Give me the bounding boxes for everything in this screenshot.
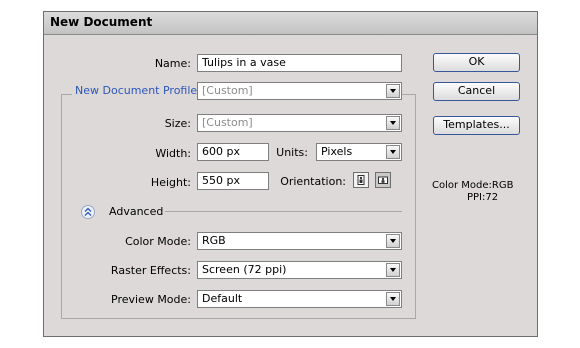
- color-mode-info: Color Mode:RGB: [432, 180, 514, 191]
- profile-select-value: [Custom]: [202, 84, 253, 97]
- name-label: Name:: [154, 57, 191, 70]
- collapse-chevron-icon[interactable]: [81, 205, 95, 219]
- templates-button[interactable]: Templates...: [433, 116, 520, 135]
- size-label: Size:: [164, 117, 191, 130]
- color-mode-select-value: RGB: [202, 234, 226, 247]
- chevron-down-icon[interactable]: [386, 234, 400, 248]
- dialog-title: New Document: [50, 15, 153, 29]
- chevron-down-icon[interactable]: [386, 116, 400, 130]
- cancel-button[interactable]: Cancel: [433, 82, 520, 101]
- width-label: Width:: [155, 147, 191, 160]
- portrait-orientation-button[interactable]: [353, 172, 369, 188]
- chevron-down-icon[interactable]: [386, 292, 400, 306]
- ppi-info: PPI:72: [467, 192, 499, 203]
- double-chevron-up-icon: [84, 207, 92, 216]
- raster-effects-label: Raster Effects:: [110, 264, 191, 277]
- profile-label: New Document Profile:: [72, 84, 204, 97]
- orientation-label: Orientation:: [280, 175, 346, 188]
- units-select[interactable]: Pixels: [316, 143, 402, 161]
- profile-select[interactable]: [Custom]: [197, 82, 402, 100]
- height-label: Height:: [150, 176, 191, 189]
- title-bar[interactable]: New Document: [44, 12, 537, 35]
- chevron-down-icon[interactable]: [386, 145, 400, 159]
- size-select[interactable]: [Custom]: [197, 114, 402, 132]
- size-select-value: [Custom]: [202, 116, 253, 129]
- height-input[interactable]: 550 px: [197, 172, 269, 190]
- raster-effects-select-value: Screen (72 ppi): [202, 263, 287, 276]
- advanced-divider: [165, 211, 402, 212]
- width-input[interactable]: 600 px: [197, 143, 269, 161]
- preview-mode-select-value: Default: [202, 292, 243, 305]
- ok-button[interactable]: OK: [433, 53, 520, 72]
- advanced-label[interactable]: Advanced: [109, 205, 163, 218]
- landscape-icon: [378, 176, 388, 184]
- color-mode-label: Color Mode:: [125, 235, 191, 248]
- landscape-orientation-button[interactable]: [375, 172, 391, 188]
- portrait-icon: [357, 175, 365, 185]
- chevron-down-icon[interactable]: [386, 263, 400, 277]
- preview-mode-label: Preview Mode:: [111, 293, 191, 306]
- units-label: Units:: [276, 146, 308, 159]
- raster-effects-select[interactable]: Screen (72 ppi): [197, 261, 402, 279]
- color-mode-select[interactable]: RGB: [197, 232, 402, 250]
- chevron-down-icon[interactable]: [386, 84, 400, 98]
- preview-mode-select[interactable]: Default: [197, 290, 402, 308]
- new-document-dialog: New Document Name: Tulips in a vase New …: [43, 11, 538, 337]
- units-select-value: Pixels: [321, 145, 353, 158]
- name-input[interactable]: Tulips in a vase: [197, 54, 402, 72]
